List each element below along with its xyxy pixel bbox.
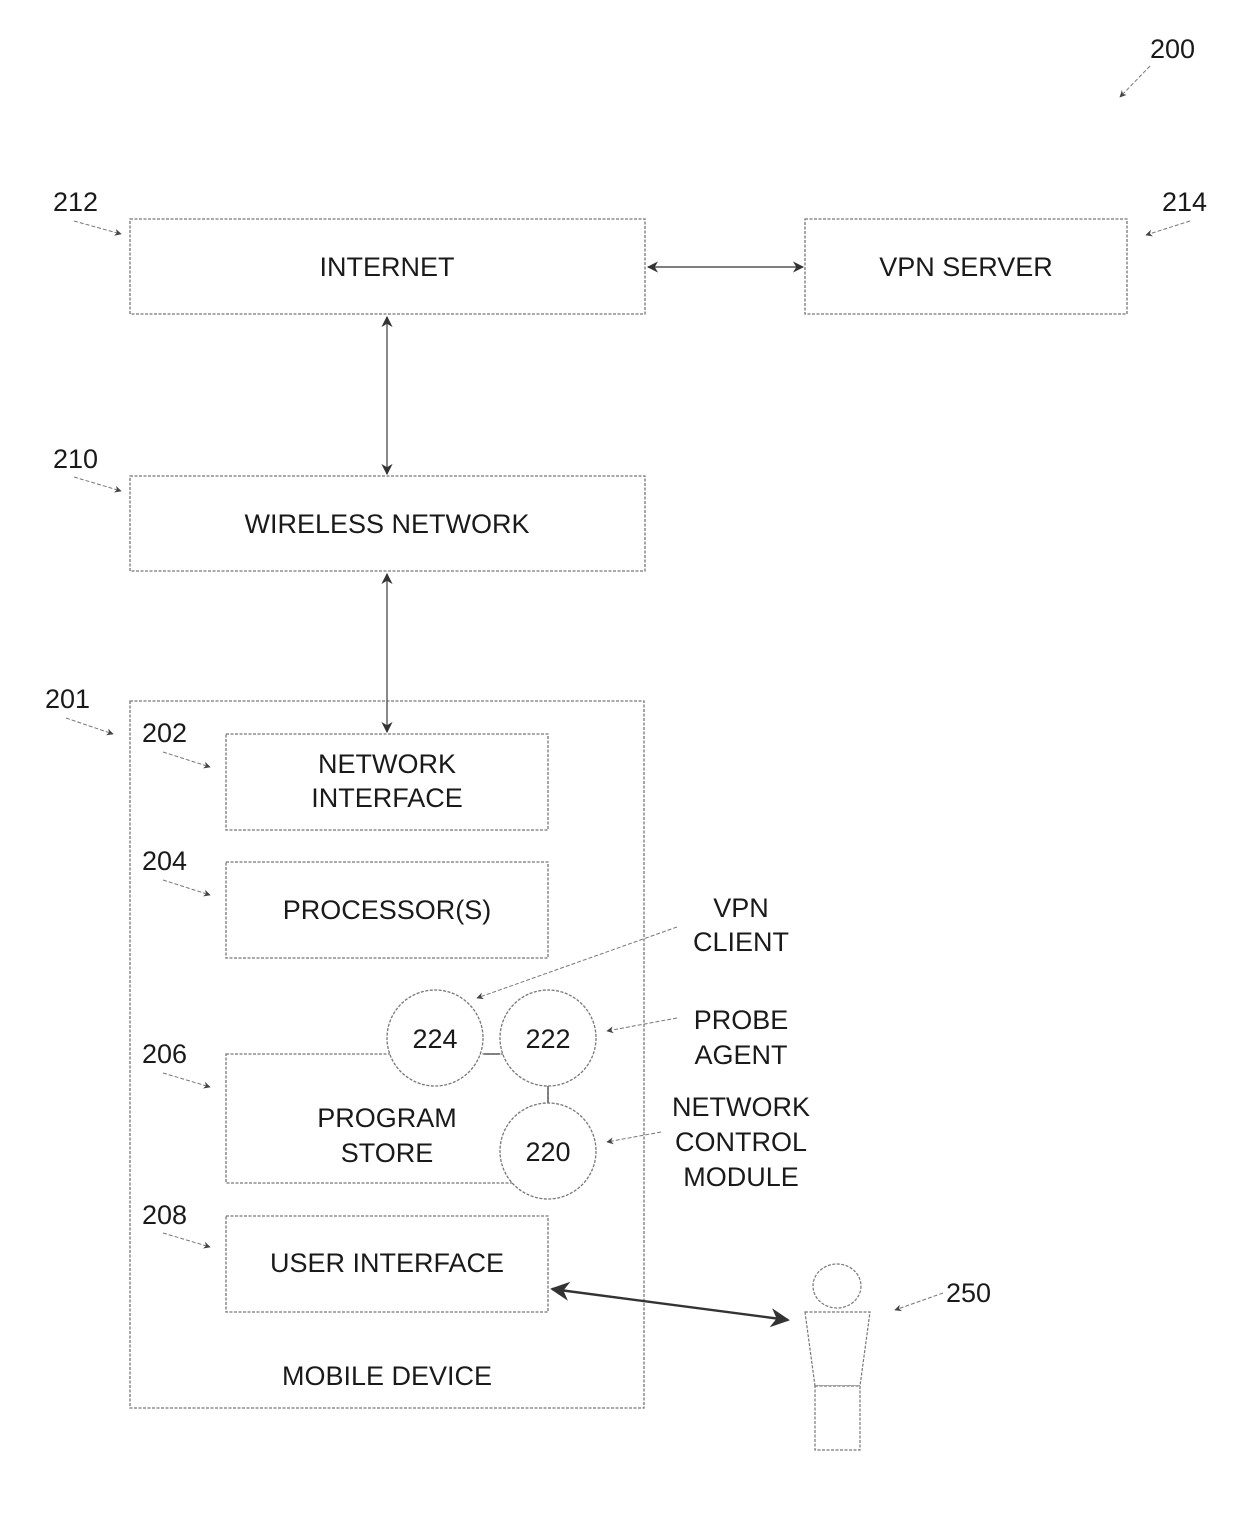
vpn-server-block: VPN SERVER 214 [804,187,1207,315]
program-store-label-line2: STORE [341,1138,434,1168]
mobile-device-label: MOBILE DEVICE [282,1361,492,1391]
vpn-server-label: VPN SERVER [879,252,1053,282]
vpn-client-caption-line1: VPN [713,893,769,923]
wireless-network-ref-arrow-icon [73,476,122,493]
figure-ref-200: 200 [1119,34,1195,98]
internet-ref-arrow-icon [73,220,122,236]
program-store-ref: 206 [142,1039,187,1069]
network-control-ref: 220 [525,1137,570,1167]
internet-block: INTERNET 212 [53,187,646,315]
figure-ref-arrow-icon [1119,65,1151,98]
vpn-client-module: 224 [386,989,484,1087]
network-interface-label-line1: NETWORK [318,749,456,779]
figure-ref-label: 200 [1150,34,1195,64]
network-control-caption-line2: CONTROL [675,1127,807,1157]
probe-agent-caption-line1: PROBE [694,1005,789,1035]
probe-agent-caption-line2: AGENT [694,1040,787,1070]
processors-label: PROCESSOR(S) [283,895,492,925]
user-ref: 250 [946,1278,991,1308]
vpn-client-ref: 224 [412,1024,457,1054]
program-store-label-line1: PROGRAM [317,1103,457,1133]
network-control-caption-line1: NETWORK [672,1092,810,1122]
user-head [812,1263,862,1309]
probe-agent-module: 222 [499,989,597,1087]
processors-ref: 204 [142,846,187,876]
wireless-network-label: WIRELESS NETWORK [244,509,529,539]
internet-ref: 212 [53,187,98,217]
user-torso [804,1311,871,1387]
mobile-device-ref: 201 [45,684,90,714]
internet-label: INTERNET [320,252,455,282]
wireless-network-block: WIRELESS NETWORK 210 [53,444,646,572]
user-interface-label: USER INTERFACE [270,1248,504,1278]
mobile-device-ref-arrow-icon [65,717,114,736]
network-interface-label-line2: INTERFACE [311,783,463,813]
user-ref-group: 250 [894,1278,991,1312]
probe-agent-ref: 222 [525,1024,570,1054]
vpn-server-ref: 214 [1162,187,1207,217]
vpn-client-caption-line2: CLIENT [693,927,789,957]
network-control-caption-line3: MODULE [683,1162,799,1192]
vpn-server-ref-arrow-icon [1145,220,1191,237]
user-figure-icon [804,1263,871,1451]
wireless-network-ref: 210 [53,444,98,474]
user-ref-arrow-icon [894,1292,944,1312]
user-legs [814,1385,861,1451]
user-interface-ref: 208 [142,1200,187,1230]
network-control-module: 220 [499,1102,597,1200]
network-interface-ref: 202 [142,718,187,748]
system-diagram: 200 INTERNET 212 VPN SERVER 214 WIRELESS… [45,34,1207,1451]
